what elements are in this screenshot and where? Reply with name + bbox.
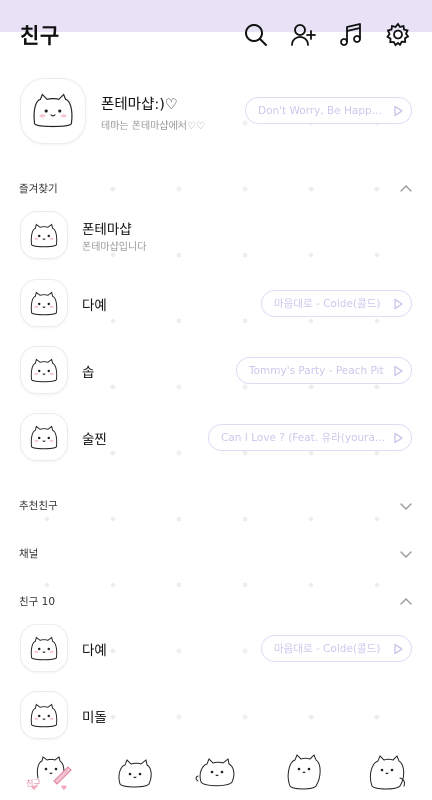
my-profile-name: 폰테마샵:)♡ [101, 97, 178, 113]
tab-more[interactable] [362, 748, 410, 794]
favorites-section-header[interactable]: 즐겨찾기 [0, 177, 432, 201]
add-friend-icon[interactable] [290, 22, 316, 48]
page-title: 친구 [20, 24, 60, 48]
tab-chats[interactable] [110, 748, 158, 794]
friend-row[interactable]: 다예 마음대로 - Colde(콜드) [0, 273, 432, 333]
friend-music-button[interactable]: 마음대로 - Colde(콜드) [261, 290, 412, 317]
friend-row[interactable]: 미돌 [0, 685, 432, 745]
section-label: 친구 10 [19, 596, 56, 608]
header: 친구 [0, 0, 432, 70]
friends-section-header[interactable]: 친구 10 [0, 590, 432, 614]
friend-name: 솝 [82, 365, 95, 381]
cat-avatar-icon [20, 279, 68, 327]
song-title: Don't Worry, Be Happy... [258, 104, 385, 117]
chevron-up-icon[interactable] [399, 182, 413, 196]
cat-avatar-icon [20, 413, 68, 461]
gear-icon[interactable] [385, 22, 411, 48]
song-title: Can I Love ? (Feat. 유라(youra... [221, 432, 385, 444]
song-title: Tommy's Party - Peach Pit [249, 364, 384, 377]
friend-status: 폰테마샵입니다 [82, 242, 147, 253]
cat-avatar-icon [20, 346, 68, 394]
cat-avatar-icon [20, 691, 68, 739]
play-icon [391, 297, 405, 311]
song-title: 마음대로 - Colde(콜드) [274, 298, 381, 310]
chevron-up-icon[interactable] [399, 595, 413, 609]
section-label: 채널 [19, 548, 39, 560]
chevron-down-icon[interactable] [399, 499, 413, 513]
friend-name: 미돌 [82, 710, 107, 726]
section-label: 즐겨찾기 [19, 183, 58, 195]
cat-avatar-icon [20, 211, 68, 259]
cat-avatar-icon [20, 624, 68, 672]
search-icon[interactable] [243, 22, 269, 48]
play-icon [391, 364, 405, 378]
friend-row[interactable]: 다예 마음대로 - Colde(콜드) [0, 618, 432, 678]
profile-music-button[interactable]: Don't Worry, Be Happy... [245, 97, 412, 124]
tab-shopping[interactable] [278, 748, 326, 794]
friend-name: 다예 [82, 643, 107, 659]
friend-music-button[interactable]: Can I Love ? (Feat. 유라(youra... [208, 424, 412, 451]
friend-row[interactable]: 폰테마샵 폰테마샵입니다 [0, 205, 432, 265]
music-note-icon[interactable] [338, 22, 364, 48]
tab-view[interactable] [192, 748, 240, 794]
play-icon [391, 431, 405, 445]
friend-name: 다예 [82, 298, 107, 314]
play-icon [391, 642, 405, 656]
tab-friends[interactable]: 친구 [24, 748, 72, 794]
friend-name: 폰테마샵 [82, 222, 132, 238]
cat-avatar-icon[interactable] [20, 78, 86, 144]
bottom-nav: 친구 [0, 742, 432, 800]
friend-music-button[interactable]: 마음대로 - Colde(콜드) [261, 635, 412, 662]
my-profile-status: 테마는 폰테마샵에서♡♡ [101, 121, 205, 132]
tab-label: 친구 [26, 779, 41, 788]
friend-row[interactable]: 술찐 Can I Love ? (Feat. 유라(youra... [0, 407, 432, 467]
friend-name: 술찐 [82, 432, 107, 448]
recommended-section-header[interactable]: 추천친구 [0, 494, 432, 518]
song-title: 마음대로 - Colde(콜드) [274, 643, 381, 655]
channels-section-header[interactable]: 채널 [0, 542, 432, 566]
friend-row[interactable]: 솝 Tommy's Party - Peach Pit [0, 340, 432, 400]
friend-music-button[interactable]: Tommy's Party - Peach Pit [236, 357, 412, 384]
section-label: 추천친구 [19, 500, 58, 512]
chevron-down-icon[interactable] [399, 547, 413, 561]
my-profile[interactable]: 폰테마샵:)♡ 테마는 폰테마샵에서♡♡ Don't Worry, Be Hap… [0, 76, 432, 148]
play-icon [391, 104, 405, 118]
